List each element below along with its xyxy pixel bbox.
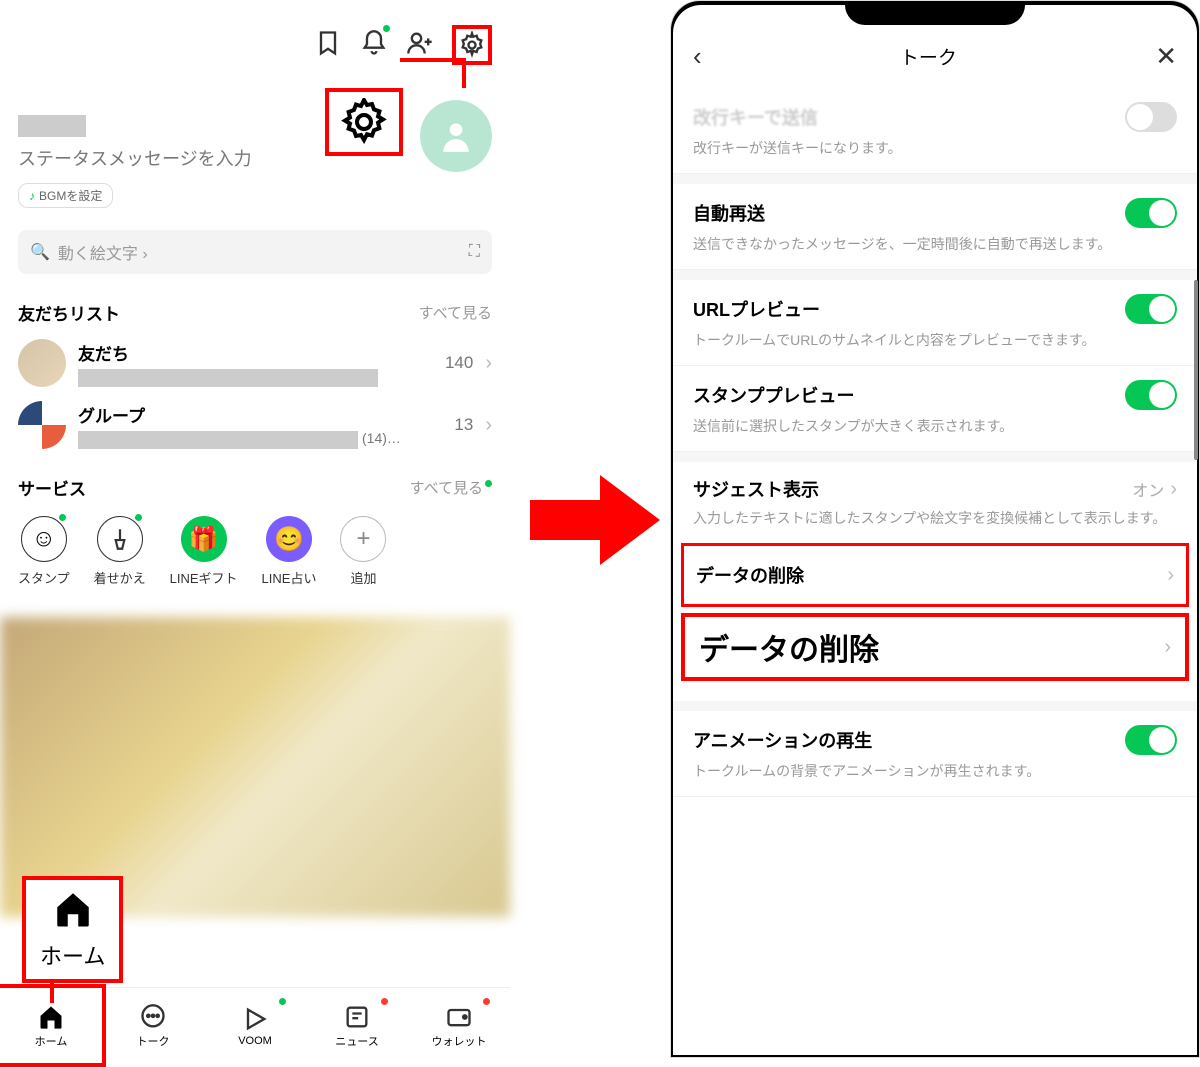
content-banner[interactable] [0,617,510,917]
chevron-right-icon: › [1170,478,1177,501]
setting-stamp-preview: スタンププレビュー 送信前に選択したスタンプが大きく表示されます。 [673,366,1197,452]
service-see-all[interactable]: すべて見る [410,477,492,498]
search-icon: 🔍 [30,242,50,262]
settings-header: ‹ トーク ✕ [673,25,1197,88]
group-count: 13 [454,415,473,435]
fortune-icon: 😊 [266,516,312,562]
bell-icon[interactable] [360,29,388,62]
search-bar[interactable]: 🔍 動く絵文字 › ⛶ [18,230,492,274]
username-redacted [18,115,86,137]
tab-talk[interactable]: トーク [102,988,204,1063]
chat-icon [139,1003,167,1031]
setting-url-preview: URLプレビュー トークルームでURLのサムネイルと内容をプレビューできます。 [673,280,1197,366]
profile-avatar[interactable] [420,100,492,172]
setting-animation: アニメーションの再生 トークルームの背景でアニメーションが再生されます。 [673,711,1197,797]
service-fortune[interactable]: 😊LINE占い [262,516,317,587]
divider [673,174,1197,184]
data-delete-callout: データの削除 › [681,613,1189,681]
status-input[interactable]: ステータスメッセージを入力 [18,145,492,171]
toggle-animation[interactable] [1125,725,1177,755]
add-friend-icon[interactable] [406,29,434,62]
service-add[interactable]: +追加 [340,516,386,587]
wallet-icon [445,1003,473,1031]
service-stamp[interactable]: ☺スタンプ [18,516,70,587]
setting-suggest[interactable]: サジェスト表示オン› 入力したテキストに適したスタンプや絵文字を変換候補として表… [673,462,1197,543]
news-icon [343,1003,371,1031]
chevron-right-icon: › [1164,636,1171,659]
chevron-right-icon: › [485,414,492,437]
group-redacted [78,431,358,449]
home-screen: ステータスメッセージを入力 ♪BGMを設定 🔍 動く絵文字 › ⛶ 友だちリスト… [0,0,510,1063]
service-section-title: サービス [18,475,86,500]
page-title: トーク [900,43,957,70]
scrollbar[interactable] [1194,280,1198,460]
device-notch [845,5,1025,25]
arrow-right [530,470,660,570]
plus-icon: + [340,516,386,562]
groups-row[interactable]: グループ (14)… 13 › [18,401,492,449]
friends-section-title: 友だちリスト [18,300,120,325]
friends-row[interactable]: 友だち 140 › [18,339,492,387]
tab-wallet[interactable]: ウォレット [408,988,510,1063]
home-icon [52,888,94,930]
tab-news[interactable]: ニュース [306,988,408,1063]
friends-avatar [18,339,66,387]
toggle-enter-send[interactable] [1125,102,1177,132]
home-icon [37,1003,65,1031]
friends-label: 友だち [78,340,433,365]
service-theme[interactable]: 着せかえ [94,516,146,587]
bgm-button[interactable]: ♪BGMを設定 [18,183,113,208]
service-section: サービス すべて見る ☺スタンプ 着せかえ 🎁LINEギフト 😊LINE占い +… [0,475,510,587]
toggle-stamp-preview[interactable] [1125,380,1177,410]
group-label: グループ [78,402,442,427]
scan-icon[interactable]: ⛶ [469,243,480,261]
tab-voom[interactable]: VOOM [204,988,306,1063]
divider [673,270,1197,280]
gift-icon: 🎁 [181,516,227,562]
divider [673,701,1197,711]
friends-see-all[interactable]: すべて見る [419,302,492,323]
bookmark-icon[interactable] [314,29,342,62]
group-avatar [18,401,66,449]
setting-enter-send: 改行キーで送信 改行キーが送信キーになります。 [673,88,1197,174]
friends-section: 友だちリスト すべて見る 友だち 140 › グループ (14)… 13 [0,300,510,449]
friends-count: 140 [445,353,473,373]
play-icon [241,1005,269,1033]
toggle-resend[interactable] [1125,198,1177,228]
setting-auto-resend: 自動再送 送信できなかったメッセージを、一定時間後に自動で再送します。 [673,184,1197,270]
talk-settings-screen: ‹ トーク ✕ 改行キーで送信 改行キーが送信キーになります。 自動再送 送信で… [670,0,1200,1063]
friends-redacted [78,369,378,387]
smile-icon: ☺ [21,516,67,562]
top-icon-bar [0,0,510,65]
toggle-url-preview[interactable] [1125,294,1177,324]
setting-data-delete-highlighted[interactable]: データの削除› [681,543,1189,607]
chevron-right-icon: › [485,352,492,375]
gear-callout [325,88,403,156]
search-placeholder: 動く絵文字 › [58,240,469,264]
home-callout: ホーム [22,876,123,983]
brush-icon [97,516,143,562]
divider [673,452,1197,462]
close-button[interactable]: ✕ [1155,41,1177,72]
tab-bar: ホーム トーク VOOM ニュース ウォレット [0,987,510,1063]
service-gift[interactable]: 🎁LINEギフト [170,516,238,587]
chevron-right-icon: › [1167,564,1174,587]
back-button[interactable]: ‹ [693,41,702,72]
